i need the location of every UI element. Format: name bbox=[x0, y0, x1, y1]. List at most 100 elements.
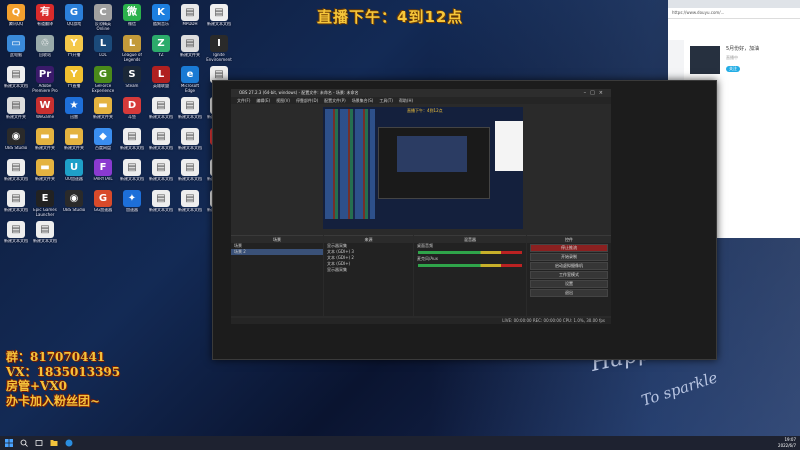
desktop-icon[interactable]: ◆ 百度网盘 bbox=[89, 126, 117, 157]
desktop-icon[interactable]: G GeForce Experience bbox=[89, 64, 117, 95]
streamer-avatar[interactable] bbox=[690, 46, 720, 74]
desktop-icon[interactable]: L 英雄联盟 bbox=[147, 64, 175, 95]
task-view-icon[interactable] bbox=[35, 439, 43, 447]
desktop-icon-label: WeGame bbox=[35, 115, 55, 119]
desktop-icon[interactable]: ★ 迅雷 bbox=[60, 95, 88, 126]
desktop-icon[interactable]: ✦ 加速器 bbox=[118, 188, 146, 219]
desktop-icon[interactable]: F FAIRYTAIL bbox=[89, 157, 117, 188]
desktop-icon-label: 新建文件夹 bbox=[35, 146, 55, 150]
studio-mode-button[interactable]: 工作室模式 bbox=[530, 271, 608, 279]
desktop-icon[interactable]: ▤新建文本文档 bbox=[2, 64, 30, 95]
desktop-icon[interactable]: D 斗鱼 bbox=[118, 95, 146, 126]
desktop-icon[interactable]: ▤新建文本文档 bbox=[31, 219, 59, 250]
virtual-camera-button[interactable]: 启动虚拟摄像机 bbox=[530, 262, 608, 270]
obs-menu-item[interactable]: 视图(V) bbox=[276, 98, 290, 103]
desktop-icon[interactable]: ▤新建文本文档 bbox=[205, 2, 233, 33]
obs-preview-canvas[interactable]: 直播下午：4到12点 bbox=[323, 107, 523, 229]
desktop-icon[interactable]: ▤新建文本文档 bbox=[176, 157, 204, 188]
desktop-icon[interactable]: Z YZ bbox=[147, 33, 175, 64]
desktop-icon[interactable]: ◉ OBS Studio bbox=[2, 126, 30, 157]
desktop-icon[interactable]: ▤新建文本文档 bbox=[147, 126, 175, 157]
desktop-icon[interactable]: L LOL bbox=[89, 33, 117, 64]
desktop-icon[interactable]: Pr Adobe Premiere Pro bbox=[31, 64, 59, 95]
desktop-icon-label: 新建文件夹 bbox=[64, 146, 84, 150]
desktop-icon[interactable]: E Epic Games Launcher bbox=[31, 188, 59, 219]
browser-address-bar[interactable]: https://www.douyu.com/... bbox=[668, 8, 800, 19]
desktop-icon[interactable]: C 反恐精英Online bbox=[89, 2, 117, 33]
desktop-icon[interactable]: G QQ游戏 bbox=[60, 2, 88, 33]
preview-obs-window bbox=[378, 127, 490, 199]
window-controls[interactable]: –□× bbox=[584, 89, 607, 97]
desktop-icon[interactable]: ▬ 新建文件夹 bbox=[31, 126, 59, 157]
obs-menu-item[interactable]: 场景集合(S) bbox=[352, 98, 374, 103]
edge-icon[interactable] bbox=[65, 439, 73, 447]
desktop-icon[interactable]: ▤新建文本文档 bbox=[147, 188, 175, 219]
exit-button[interactable]: 退出 bbox=[530, 289, 608, 297]
app-icon: S bbox=[123, 66, 141, 83]
controls-dock[interactable]: 控件 停止推流 开始录制 启动虚拟摄像机 工作室模式 设置 退出 bbox=[527, 235, 611, 316]
obs-menu-item[interactable]: 配置文件(P) bbox=[324, 98, 346, 103]
app-icon: Y bbox=[65, 35, 83, 52]
scene-item[interactable]: 场景 2 bbox=[231, 249, 323, 255]
desktop-icon[interactable]: 微微信 bbox=[118, 2, 146, 33]
search-icon[interactable] bbox=[20, 439, 28, 447]
settings-button[interactable]: 设置 bbox=[530, 280, 608, 288]
desktop-icon[interactable]: ▤新建文本文档 bbox=[2, 188, 30, 219]
desktop-icon[interactable]: ▤新建文本文档 bbox=[176, 188, 204, 219]
desktop-icon-label: 新建文本文档 bbox=[120, 146, 144, 150]
desktop-icon[interactable]: ▬ 新建文件夹 bbox=[89, 95, 117, 126]
desktop-icon[interactable]: W WeGame bbox=[31, 95, 59, 126]
desktop-icon[interactable]: L League of Legends bbox=[118, 33, 146, 64]
desktop-icon[interactable]: K 酷狗音乐 bbox=[147, 2, 175, 33]
desktop-icon[interactable]: ▭ 此电脑 bbox=[2, 33, 30, 64]
stop-streaming-button[interactable]: 停止推流 bbox=[530, 244, 608, 252]
desktop-icon[interactable]: ▤新建文本文档 bbox=[118, 157, 146, 188]
obs-menu-item[interactable]: 帮助(H) bbox=[399, 98, 413, 103]
obs-menu-bar: 文件(F) 编辑(E) 视图(V) 停靠部件(D) 配置文件(P) 场景集合(S) 工具(T… bbox=[231, 97, 611, 104]
desktop-icon[interactable]: ♲ 回收站 bbox=[31, 33, 59, 64]
desktop-icon[interactable]: Y YY开播 bbox=[60, 33, 88, 64]
desktop-icon[interactable]: U UU加速器 bbox=[60, 157, 88, 188]
desktop-icon[interactable]: ▤ MPDDH bbox=[176, 2, 204, 33]
desktop-icon[interactable]: S Steam bbox=[118, 64, 146, 95]
desktop-icon[interactable]: ◉ OBS Studio bbox=[60, 188, 88, 219]
desktop-icon[interactable]: 有有道翻译 bbox=[31, 2, 59, 33]
scenes-dock[interactable]: 场景 场景 场景 2 bbox=[231, 235, 323, 316]
volume-meter[interactable] bbox=[418, 264, 522, 267]
desktop-icon[interactable]: ▤新建文本文档 bbox=[2, 219, 30, 250]
desktop-icon[interactable]: Y YY直播 bbox=[60, 64, 88, 95]
desktop-icon-label: 新建文本文档 bbox=[4, 239, 28, 243]
desktop-icon[interactable]: Q 腾讯QQ bbox=[2, 2, 30, 33]
desktop-icon[interactable]: e Microsoft Edge bbox=[176, 64, 204, 95]
source-item[interactable]: 显示器采集 bbox=[324, 267, 413, 273]
start-recording-button[interactable]: 开始录制 bbox=[530, 253, 608, 261]
desktop-icon-label: GG加速器 bbox=[93, 208, 113, 212]
windows-start-icon[interactable] bbox=[5, 439, 13, 447]
desktop-icon[interactable]: ▤新建文本文档 bbox=[147, 157, 175, 188]
browser-tab-strip[interactable] bbox=[668, 0, 800, 8]
desktop-icon[interactable]: ▬ 新建文件夹 bbox=[60, 126, 88, 157]
obs-window[interactable]: OBS 27.2.3 (64-bit, windows) - 配置文件: 未命名… bbox=[212, 80, 717, 360]
obs-menu-item[interactable]: 文件(F) bbox=[237, 98, 250, 103]
sources-dock[interactable]: 来源 显示器采集 文本 (GDI+) 3 文本 (GDI+) 2 文本 (GDI… bbox=[324, 235, 413, 316]
volume-meter[interactable] bbox=[418, 251, 522, 254]
desktop-icon[interactable]: I Ignite Environment bbox=[205, 33, 233, 64]
obs-menu-item[interactable]: 工具(T) bbox=[379, 98, 393, 103]
desktop-icon[interactable]: ▤ 新建文件夹 bbox=[176, 33, 204, 64]
app-icon: ▤ bbox=[7, 159, 25, 176]
desktop-icon[interactable]: ▤ 新建文件夹 bbox=[2, 95, 30, 126]
desktop-icon[interactable]: ▬ 新建文件夹 bbox=[31, 157, 59, 188]
follow-button[interactable]: 关注 bbox=[726, 66, 740, 72]
desktop-icon[interactable]: ▤新建文本文档 bbox=[2, 157, 30, 188]
desktop-icon[interactable]: G GG加速器 bbox=[89, 188, 117, 219]
obs-title-bar[interactable]: OBS 27.2.3 (64-bit, windows) - 配置文件: 未命名… bbox=[231, 89, 611, 97]
system-clock[interactable]: 19:07 2022/6/7 bbox=[778, 437, 796, 448]
desktop-icon[interactable]: ▤新建文本文档 bbox=[176, 126, 204, 157]
mixer-dock[interactable]: 混音器 桌面音频 麦克风/Aux bbox=[414, 235, 526, 316]
desktop-icon[interactable]: ▤新建文本文档 bbox=[118, 126, 146, 157]
file-explorer-icon[interactable] bbox=[50, 439, 58, 447]
obs-menu-item[interactable]: 编辑(E) bbox=[256, 98, 270, 103]
obs-menu-item[interactable]: 停靠部件(D) bbox=[296, 98, 318, 103]
desktop-icon[interactable]: ▤新建文本文档 bbox=[147, 95, 175, 126]
desktop-icon[interactable]: ▤新建文本文档 bbox=[176, 95, 204, 126]
